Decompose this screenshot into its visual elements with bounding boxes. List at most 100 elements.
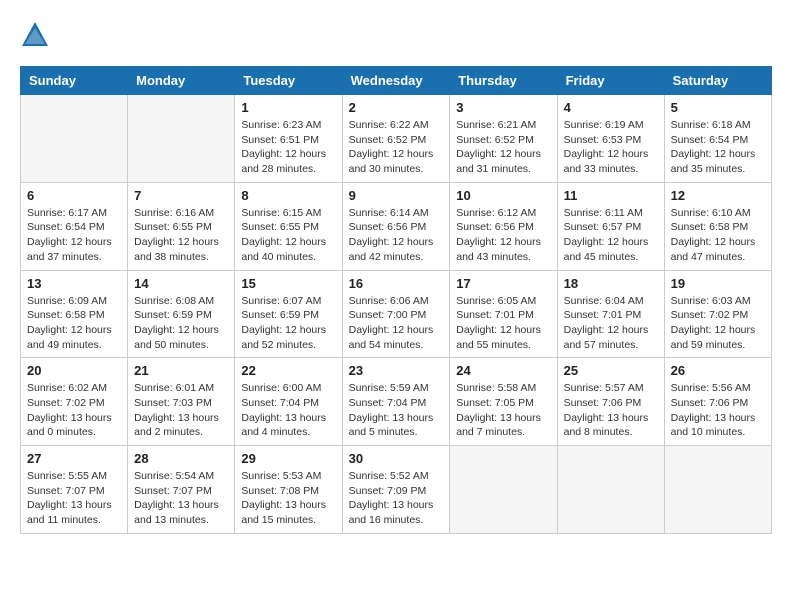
header-wednesday: Wednesday [342, 67, 450, 95]
day-info: Sunrise: 5:52 AMSunset: 7:09 PMDaylight:… [349, 469, 444, 528]
day-info: Sunrise: 6:01 AMSunset: 7:03 PMDaylight:… [134, 381, 228, 440]
day-number: 14 [134, 276, 228, 291]
day-info: Sunrise: 6:12 AMSunset: 6:56 PMDaylight:… [456, 206, 550, 265]
day-number: 5 [671, 100, 765, 115]
calendar-cell: 25 Sunrise: 5:57 AMSunset: 7:06 PMDayligh… [557, 358, 664, 446]
header-thursday: Thursday [450, 67, 557, 95]
calendar-week-2: 6Sunrise: 6:17 AMSunset: 6:54 PMDaylight… [21, 182, 772, 270]
day-number: 2 [349, 100, 444, 115]
header-monday: Monday [128, 67, 235, 95]
calendar-cell: 8 Sunrise: 6:15 AMSunset: 6:55 PMDaylight… [235, 182, 342, 270]
day-info: Sunrise: 6:16 AMSunset: 6:55 PMDaylight:… [134, 206, 228, 265]
calendar-cell: 5 Sunrise: 6:18 AMSunset: 6:54 PMDaylight… [664, 95, 771, 183]
calendar-cell: 16 Sunrise: 6:06 AMSunset: 7:00 PMDayligh… [342, 270, 450, 358]
day-info: Sunrise: 6:00 AMSunset: 7:04 PMDaylight:… [241, 381, 335, 440]
calendar-header-row: SundayMondayTuesdayWednesdayThursdayFrid… [21, 67, 772, 95]
day-info: Sunrise: 5:53 AMSunset: 7:08 PMDaylight:… [241, 469, 335, 528]
calendar-cell: 30 Sunrise: 5:52 AMSunset: 7:09 PMDayligh… [342, 446, 450, 534]
calendar-cell: 6Sunrise: 6:17 AMSunset: 6:54 PMDaylight… [21, 182, 128, 270]
day-info: Sunrise: 5:54 AMSunset: 7:07 PMDaylight:… [134, 469, 228, 528]
day-info: Sunrise: 6:10 AMSunset: 6:58 PMDaylight:… [671, 206, 765, 265]
day-number: 1 [241, 100, 335, 115]
header-friday: Friday [557, 67, 664, 95]
day-info: Sunrise: 6:15 AMSunset: 6:55 PMDaylight:… [241, 206, 335, 265]
day-number: 3 [456, 100, 550, 115]
day-info: Sunrise: 6:19 AMSunset: 6:53 PMDaylight:… [564, 118, 658, 177]
day-info: Sunrise: 5:55 AMSunset: 7:07 PMDaylight:… [27, 469, 121, 528]
calendar-cell [664, 446, 771, 534]
calendar-cell: 2Sunrise: 6:22 AMSunset: 6:52 PMDaylight… [342, 95, 450, 183]
day-number: 17 [456, 276, 550, 291]
day-number: 15 [241, 276, 335, 291]
day-info: Sunrise: 6:17 AMSunset: 6:54 PMDaylight:… [27, 206, 121, 265]
day-number: 26 [671, 363, 765, 378]
calendar-cell: 18 Sunrise: 6:04 AMSunset: 7:01 PMDayligh… [557, 270, 664, 358]
day-number: 21 [134, 363, 228, 378]
calendar-cell: 20Sunrise: 6:02 AMSunset: 7:02 PMDayligh… [21, 358, 128, 446]
header-tuesday: Tuesday [235, 67, 342, 95]
calendar-week-4: 20Sunrise: 6:02 AMSunset: 7:02 PMDayligh… [21, 358, 772, 446]
day-number: 16 [349, 276, 444, 291]
day-number: 13 [27, 276, 121, 291]
day-number: 23 [349, 363, 444, 378]
calendar-cell: 7 Sunrise: 6:16 AMSunset: 6:55 PMDaylight… [128, 182, 235, 270]
day-number: 18 [564, 276, 658, 291]
day-info: Sunrise: 5:58 AMSunset: 7:05 PMDaylight:… [456, 381, 550, 440]
day-number: 28 [134, 451, 228, 466]
day-info: Sunrise: 6:23 AMSunset: 6:51 PMDaylight:… [241, 118, 335, 177]
day-info: Sunrise: 6:07 AMSunset: 6:59 PMDaylight:… [241, 294, 335, 353]
logo [20, 20, 52, 50]
calendar-cell: 21 Sunrise: 6:01 AMSunset: 7:03 PMDayligh… [128, 358, 235, 446]
header-saturday: Saturday [664, 67, 771, 95]
day-info: Sunrise: 6:14 AMSunset: 6:56 PMDaylight:… [349, 206, 444, 265]
calendar-cell: 22 Sunrise: 6:00 AMSunset: 7:04 PMDayligh… [235, 358, 342, 446]
day-number: 30 [349, 451, 444, 466]
calendar-cell [21, 95, 128, 183]
day-number: 10 [456, 188, 550, 203]
header-sunday: Sunday [21, 67, 128, 95]
calendar-cell: 29Sunrise: 5:53 AMSunset: 7:08 PMDayligh… [235, 446, 342, 534]
calendar-week-1: 1 Sunrise: 6:23 AMSunset: 6:51 PMDaylight… [21, 95, 772, 183]
calendar-cell: 1 Sunrise: 6:23 AMSunset: 6:51 PMDaylight… [235, 95, 342, 183]
day-info: Sunrise: 6:08 AMSunset: 6:59 PMDaylight:… [134, 294, 228, 353]
calendar-cell: 23 Sunrise: 5:59 AMSunset: 7:04 PMDayligh… [342, 358, 450, 446]
page-header [20, 20, 772, 50]
day-number: 20 [27, 363, 121, 378]
calendar-cell: 15 Sunrise: 6:07 AMSunset: 6:59 PMDayligh… [235, 270, 342, 358]
day-info: Sunrise: 5:57 AMSunset: 7:06 PMDaylight:… [564, 381, 658, 440]
day-info: Sunrise: 6:18 AMSunset: 6:54 PMDaylight:… [671, 118, 765, 177]
day-info: Sunrise: 6:11 AMSunset: 6:57 PMDaylight:… [564, 206, 658, 265]
calendar-week-5: 27 Sunrise: 5:55 AMSunset: 7:07 PMDayligh… [21, 446, 772, 534]
day-number: 8 [241, 188, 335, 203]
day-info: Sunrise: 5:56 AMSunset: 7:06 PMDaylight:… [671, 381, 765, 440]
calendar-cell: 9 Sunrise: 6:14 AMSunset: 6:56 PMDaylight… [342, 182, 450, 270]
day-info: Sunrise: 6:09 AMSunset: 6:58 PMDaylight:… [27, 294, 121, 353]
day-number: 11 [564, 188, 658, 203]
calendar-cell: 19 Sunrise: 6:03 AMSunset: 7:02 PMDayligh… [664, 270, 771, 358]
day-number: 12 [671, 188, 765, 203]
day-info: Sunrise: 6:05 AMSunset: 7:01 PMDaylight:… [456, 294, 550, 353]
day-number: 24 [456, 363, 550, 378]
calendar-cell: 28 Sunrise: 5:54 AMSunset: 7:07 PMDayligh… [128, 446, 235, 534]
day-info: Sunrise: 6:03 AMSunset: 7:02 PMDaylight:… [671, 294, 765, 353]
logo-icon [20, 20, 50, 50]
day-number: 22 [241, 363, 335, 378]
calendar-cell: 4Sunrise: 6:19 AMSunset: 6:53 PMDaylight… [557, 95, 664, 183]
calendar-cell: 24 Sunrise: 5:58 AMSunset: 7:05 PMDayligh… [450, 358, 557, 446]
day-number: 19 [671, 276, 765, 291]
calendar-cell: 17 Sunrise: 6:05 AMSunset: 7:01 PMDayligh… [450, 270, 557, 358]
calendar-table: SundayMondayTuesdayWednesdayThursdayFrid… [20, 66, 772, 534]
day-info: Sunrise: 6:21 AMSunset: 6:52 PMDaylight:… [456, 118, 550, 177]
day-number: 25 [564, 363, 658, 378]
day-number: 27 [27, 451, 121, 466]
day-info: Sunrise: 6:04 AMSunset: 7:01 PMDaylight:… [564, 294, 658, 353]
day-info: Sunrise: 6:06 AMSunset: 7:00 PMDaylight:… [349, 294, 444, 353]
calendar-cell: 27 Sunrise: 5:55 AMSunset: 7:07 PMDayligh… [21, 446, 128, 534]
calendar-cell [557, 446, 664, 534]
calendar-cell: 26 Sunrise: 5:56 AMSunset: 7:06 PMDayligh… [664, 358, 771, 446]
calendar-cell: 14 Sunrise: 6:08 AMSunset: 6:59 PMDayligh… [128, 270, 235, 358]
day-number: 7 [134, 188, 228, 203]
day-info: Sunrise: 5:59 AMSunset: 7:04 PMDaylight:… [349, 381, 444, 440]
day-number: 9 [349, 188, 444, 203]
calendar-cell: 12 Sunrise: 6:10 AMSunset: 6:58 PMDayligh… [664, 182, 771, 270]
